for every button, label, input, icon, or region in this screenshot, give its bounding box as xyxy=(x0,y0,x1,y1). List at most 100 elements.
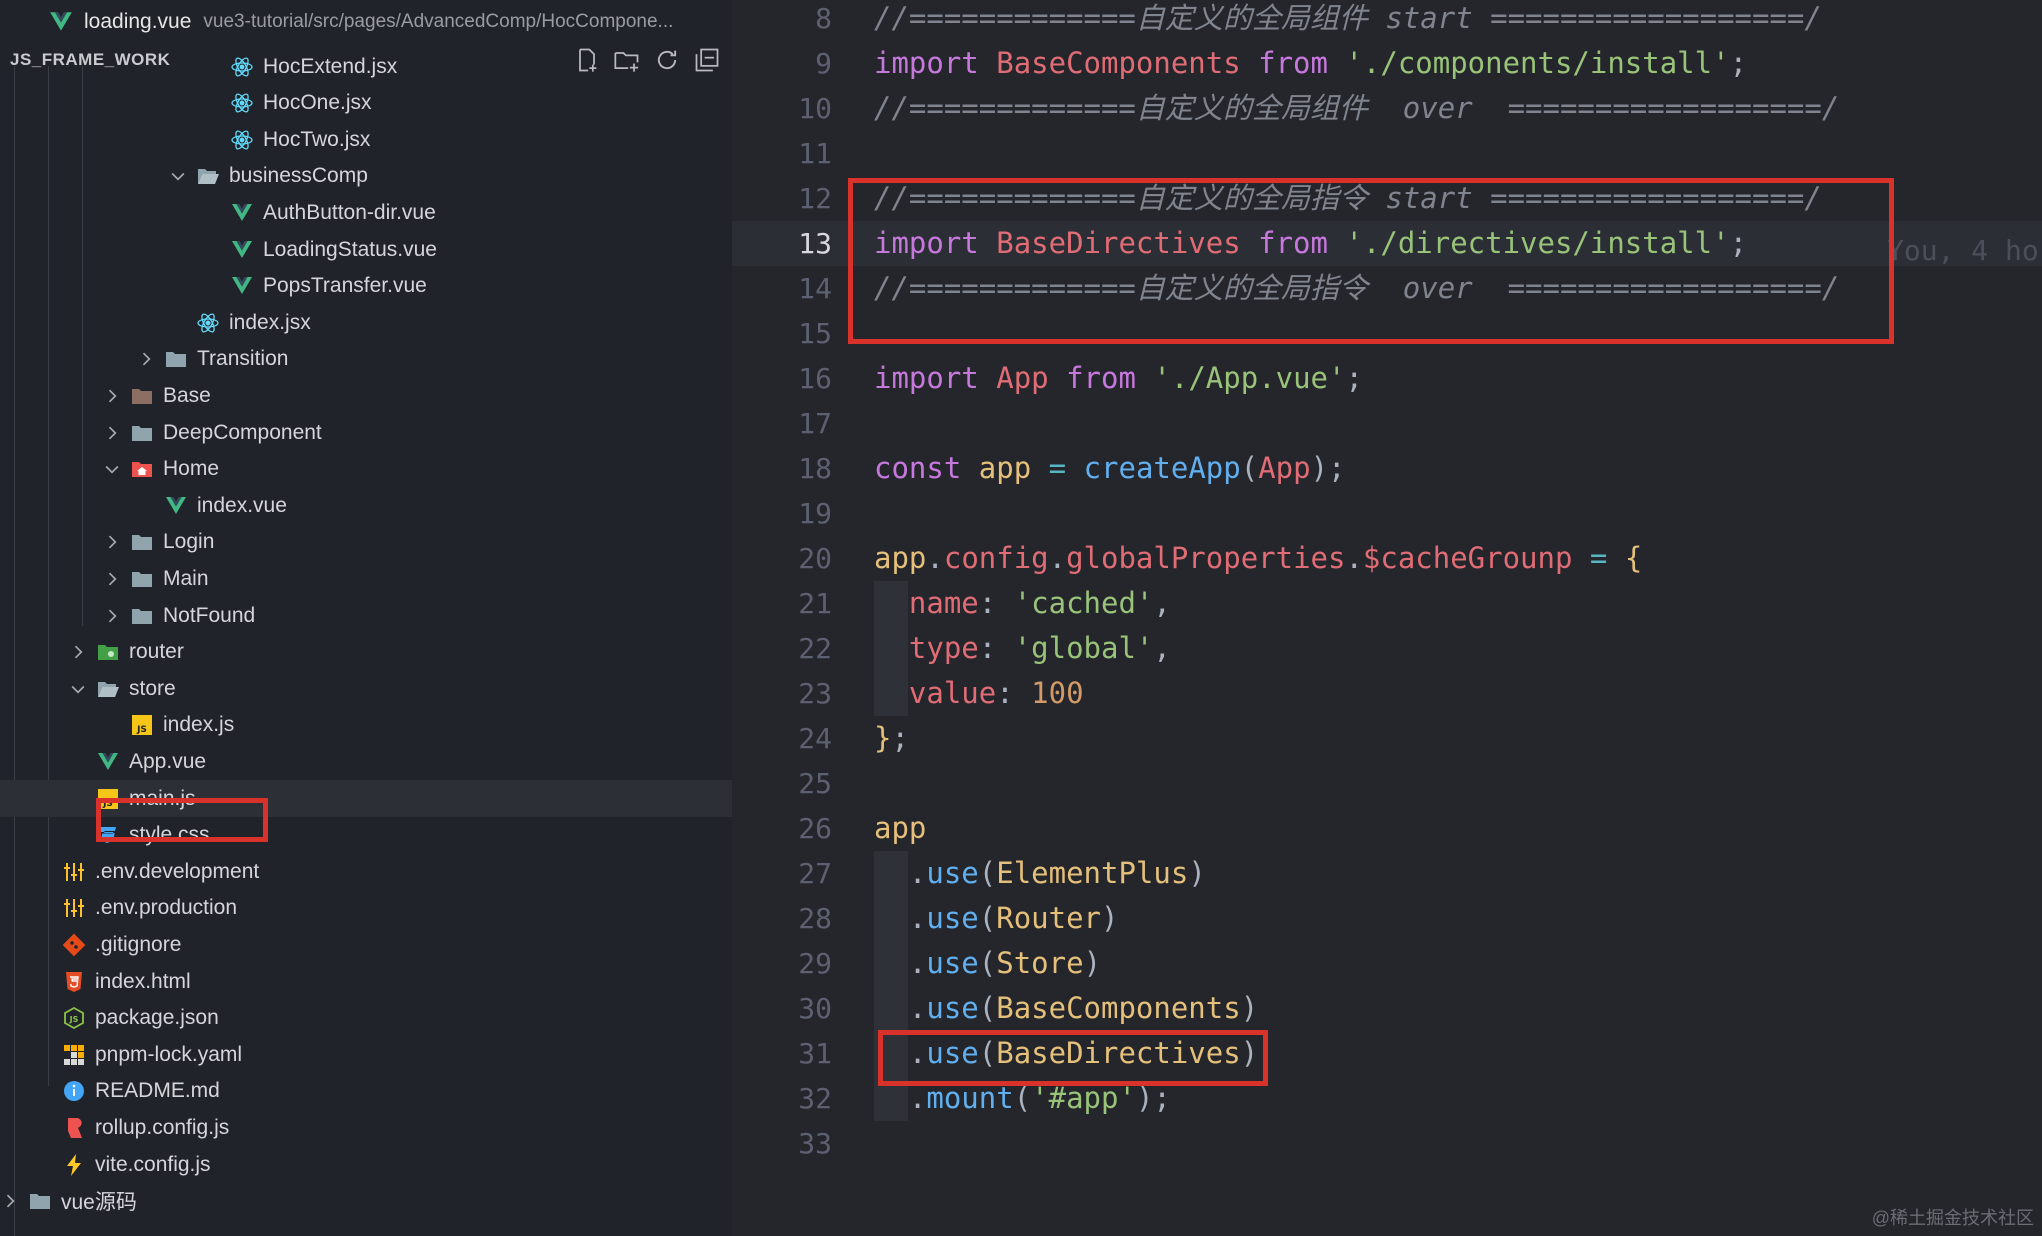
file-tree-item-label: rollup.config.js xyxy=(95,1115,230,1139)
file-tree-item[interactable]: index.vue xyxy=(0,487,732,524)
file-tree-item[interactable]: DeepComponent xyxy=(0,414,732,451)
code-line[interactable]: import App from './App.vue'; xyxy=(874,356,1363,401)
code-token: '#app' xyxy=(1031,1081,1136,1115)
folder-router-icon xyxy=(96,640,120,664)
file-tree-item[interactable]: businessComp xyxy=(0,158,732,195)
chevron-right-icon[interactable] xyxy=(102,569,122,589)
line-number: 8 xyxy=(815,2,832,35)
chevron-right-icon[interactable] xyxy=(102,606,122,626)
code-token: use xyxy=(926,946,979,980)
code-token: = xyxy=(1589,541,1608,575)
file-tree-item[interactable]: index.html xyxy=(0,963,732,1000)
file-tree-item[interactable]: store xyxy=(0,670,732,707)
file-tree-item[interactable]: App.vue xyxy=(0,743,732,780)
code-line[interactable]: app.config.globalProperties.$cacheGrounp… xyxy=(874,536,1642,581)
file-tree-item[interactable]: AuthButton-dir.vue xyxy=(0,194,732,231)
vue-icon xyxy=(230,274,254,298)
code-line[interactable]: .use(BaseComponents) xyxy=(874,986,1258,1031)
chevron-right-icon[interactable] xyxy=(102,423,122,443)
code-line[interactable]: type: 'global', xyxy=(874,626,1171,671)
code-line[interactable]: name: 'cached', xyxy=(874,581,1171,626)
file-tree-item[interactable]: README.md xyxy=(0,1073,732,1110)
file-tree-item-label: index.vue xyxy=(197,493,287,517)
code-line[interactable]: }; xyxy=(874,716,909,761)
code-token: BaseComponents xyxy=(996,991,1241,1025)
code-token: app xyxy=(874,541,927,575)
file-tree-item-label: LoadingStatus.vue xyxy=(263,237,437,261)
code-line[interactable]: value: 100 xyxy=(874,671,1084,716)
code-token: ElementPlus xyxy=(996,856,1189,890)
react-icon xyxy=(196,311,220,335)
file-tree-item[interactable]: HocExtend.jsx xyxy=(0,48,732,85)
svg-text:JS: JS xyxy=(136,725,147,735)
code-token: . xyxy=(926,541,944,575)
code-editor[interactable]: 8 //=============自定义的全局组件 start =========… xyxy=(732,0,2042,1236)
editor-tab-bar: loading.vue vue3-tutorial/src/pages/Adva… xyxy=(0,0,732,44)
file-tree-item-label: pnpm-lock.yaml xyxy=(95,1042,243,1066)
code-token: { xyxy=(1624,541,1643,575)
file-tree-item[interactable]: HocOne.jsx xyxy=(0,85,732,122)
file-tree-item[interactable]: .env.production xyxy=(0,890,732,927)
code-token: createApp xyxy=(1083,451,1241,485)
file-tree-item[interactable]: JS index.js xyxy=(0,707,732,744)
file-tree-item[interactable]: index.jsx xyxy=(0,304,732,341)
code-line[interactable]: .use(ElementPlus) xyxy=(874,851,1206,896)
file-tree-item-label: index.jsx xyxy=(229,310,311,334)
chevron-right-icon[interactable] xyxy=(102,386,122,406)
code-line[interactable]: app xyxy=(874,806,926,851)
line-number: 13 xyxy=(798,227,832,260)
file-tree-item-label: App.vue xyxy=(129,749,207,773)
file-tree-item[interactable]: Login xyxy=(0,524,732,561)
code-token: $cacheGrounp xyxy=(1362,541,1573,575)
file-tree-item[interactable]: router xyxy=(0,634,732,671)
file-tree-item[interactable]: pnpm-lock.yaml xyxy=(0,1036,732,1073)
react-icon xyxy=(230,128,254,152)
file-tree-item[interactable]: .env.development xyxy=(0,853,732,890)
file-tree-item[interactable]: Transition xyxy=(0,341,732,378)
file-tree-item[interactable]: LoadingStatus.vue xyxy=(0,231,732,268)
chevron-down-icon[interactable] xyxy=(168,166,188,186)
file-tree-item-label: router xyxy=(129,640,184,664)
file-tree-item[interactable]: rollup.config.js xyxy=(0,1109,732,1146)
chevron-right-icon[interactable] xyxy=(0,1191,20,1211)
code-token: : xyxy=(978,631,1014,665)
chevron-right-icon[interactable] xyxy=(68,642,88,662)
code-token: 'cached' xyxy=(1013,586,1154,620)
file-tree-item[interactable]: vue源码 xyxy=(0,1183,732,1220)
file-tree-item[interactable]: PopsTransfer.vue xyxy=(0,268,732,305)
chevron-right-icon[interactable] xyxy=(136,349,156,369)
code-token: = xyxy=(1048,451,1067,485)
file-tree-item[interactable]: NotFound xyxy=(0,597,732,634)
file-tree-item[interactable]: JS package.json xyxy=(0,1000,732,1037)
folder-icon xyxy=(130,567,154,591)
line-number: 31 xyxy=(798,1037,832,1070)
code-token: Router xyxy=(996,901,1102,935)
code-line[interactable]: import BaseComponents from './components… xyxy=(874,41,1747,86)
file-tree-item[interactable]: HocTwo.jsx xyxy=(0,121,732,158)
code-line[interactable]: //=============自定义的全局组件 over ===========… xyxy=(874,86,1839,131)
chevron-down-icon[interactable] xyxy=(102,459,122,479)
file-tree-item-label: Transition xyxy=(197,347,289,371)
code-token: App xyxy=(1258,451,1311,485)
code-line[interactable]: .use(Router) xyxy=(874,896,1119,941)
file-tree-item[interactable]: vite.config.js xyxy=(0,1146,732,1183)
code-token: . xyxy=(874,946,927,980)
active-tab-title[interactable]: loading.vue xyxy=(84,10,191,34)
code-line[interactable]: .use(Store) xyxy=(874,941,1101,986)
chevron-right-icon[interactable] xyxy=(102,532,122,552)
file-tree-item[interactable]: Base xyxy=(0,377,732,414)
html-icon xyxy=(62,970,86,994)
file-tree-item[interactable]: .gitignore xyxy=(0,926,732,963)
file-tree-item[interactable]: Main xyxy=(0,560,732,597)
code-token: . xyxy=(874,856,927,890)
code-line[interactable]: const app = createApp(App​); xyxy=(874,446,1346,491)
code-token: . xyxy=(1345,541,1363,575)
code-token: ( xyxy=(978,856,997,890)
file-tree-item[interactable]: Home xyxy=(0,451,732,488)
line-number: 23 xyxy=(798,677,832,710)
env-icon xyxy=(62,860,86,884)
chevron-down-icon[interactable] xyxy=(68,679,88,699)
code-line[interactable]: //=============自定义的全局组件 start ==========… xyxy=(874,0,1822,41)
